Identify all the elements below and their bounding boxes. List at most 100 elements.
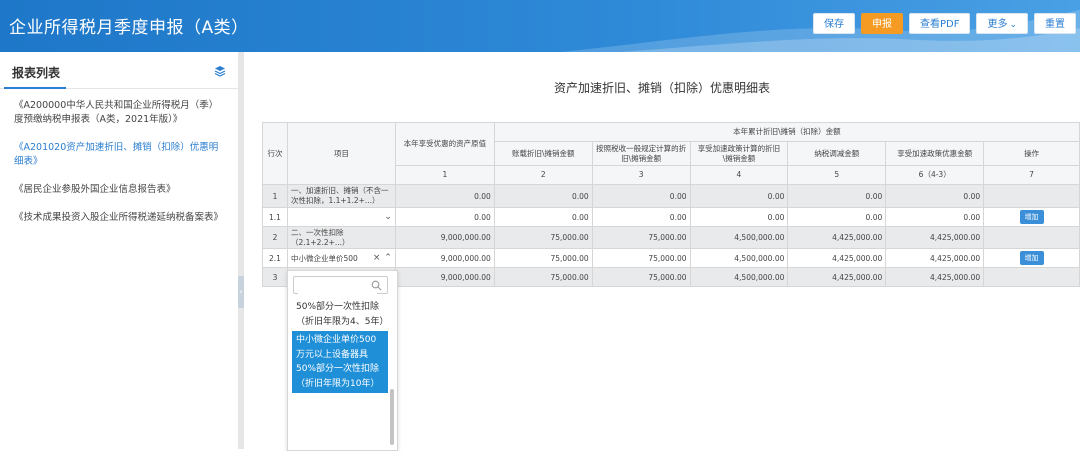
value-cell: 4,425,000.00 <box>885 248 985 268</box>
dropdown-option[interactable]: 50%部分一次性扣除（折旧年限为4、5年） <box>292 298 388 331</box>
dropdown-scrollbar[interactable] <box>390 389 394 445</box>
header-general: 按照税收一般规定计算的折旧\摊销金额 <box>591 141 691 166</box>
col-number: 7 <box>983 165 1080 185</box>
reset-button[interactable]: 重置 <box>1034 13 1076 34</box>
table-row: 1 一、加速折旧、摊销（不含一次性扣除，1.1+1.2+...） 0.00 0.… <box>262 184 1080 208</box>
value-cell: 4,425,000.00 <box>787 226 887 249</box>
value-cell: 4,425,000.00 <box>885 267 985 287</box>
header-original-value: 本年享受优惠的资产原值 <box>394 122 495 166</box>
action-cell: 增加 <box>983 207 1080 227</box>
value-cell: 9,000,000.00 <box>394 267 495 287</box>
item-dropdown: 50%部分一次性扣除（折旧年限为4、5年） 中小微企业单价500万元以上设备器具… <box>287 270 398 451</box>
header-op: 操作 <box>983 141 1080 166</box>
action-cell <box>983 267 1080 287</box>
value-input[interactable]: 75,000.00 <box>591 248 691 268</box>
dropdown-option-selected[interactable]: 中小微企业单价500万元以上设备器具50%部分一次性扣除（折旧年限为10年） <box>292 331 388 393</box>
save-button[interactable]: 保存 <box>812 13 855 34</box>
action-cell <box>983 184 1080 208</box>
value-cell: 0.00 <box>885 184 985 208</box>
dropdown-search-input[interactable] <box>298 281 377 298</box>
row-item-text: 二、一次性扣除（2.1+2.2+...） <box>290 227 350 247</box>
value-cell: 0.00 <box>591 184 691 208</box>
sidebar-title-underline <box>4 87 66 89</box>
chevron-up-icon[interactable]: ⌃ <box>384 253 392 263</box>
value-input[interactable]: 0.00 <box>689 207 789 227</box>
sidebar-header: 报表列表 <box>0 52 238 89</box>
value-cell: 4,425,000.00 <box>885 226 985 249</box>
col-number: 6（4-3） <box>885 165 985 185</box>
close-icon[interactable]: × <box>373 253 381 263</box>
more-label: 更多 <box>987 19 1008 30</box>
value-input[interactable]: 0.00 <box>591 207 691 227</box>
stack-icon[interactable] <box>214 65 226 77</box>
col-number: 1 <box>394 165 495 185</box>
row-no: 3 <box>262 267 288 287</box>
row-no: 1 <box>262 184 288 208</box>
detail-table: 行次 项目 本年享受优惠的资产原值 本年累计折旧\摊销（扣除）金额 账载折旧\摊… <box>262 122 1080 287</box>
value-cell: 0.00 <box>885 207 985 227</box>
value-input[interactable]: 4,425,000.00 <box>787 248 887 268</box>
table-row: 1.1 ⌄ 0.00 0.00 0.00 0.00 0.00 0.00 增加 <box>262 207 1080 227</box>
row-no: 2.1 <box>262 248 288 268</box>
row-item: 一、加速折旧、摊销（不含一次性扣除，1.1+1.2+...） <box>286 184 396 208</box>
app-title: 企业所得税月季度申报（A类） <box>9 18 249 38</box>
header-tax-adjust: 纳税调减金额 <box>787 141 887 166</box>
col-number: 4 <box>689 165 789 185</box>
col-number: 2 <box>493 165 593 185</box>
value-input[interactable]: 9,000,000.00 <box>394 248 495 268</box>
header-item: 项目 <box>286 122 396 185</box>
value-cell: 75,000.00 <box>493 226 593 249</box>
report-sidebar: 报表列表 《A200000中华人民共和国企业所得税月（季）度预缴纳税申报表（A类… <box>0 52 238 449</box>
value-input[interactable]: 0.00 <box>394 207 495 227</box>
sidebar-title: 报表列表 <box>12 66 61 80</box>
search-icon <box>371 280 382 291</box>
table-row: 2.1 中小微企业单价500 × ⌃ 9,000,000.00 75,000.00 … <box>262 248 1080 268</box>
more-button[interactable]: 更多 ⌄ <box>976 13 1028 34</box>
sidebar-item-a200000[interactable]: 《A200000中华人民共和国企业所得税月（季）度预缴纳税申报表（A类，2021… <box>14 99 226 127</box>
value-cell: 9,000,000.00 <box>394 226 495 249</box>
action-cell: 增加 <box>983 248 1080 268</box>
row-no: 2 <box>262 226 288 249</box>
value-input[interactable]: 75,000.00 <box>493 248 593 268</box>
sidebar-item-tech-investment[interactable]: 《技术成果投资入股企业所得税递延纳税备案表》 <box>14 211 226 225</box>
value-input[interactable]: 0.00 <box>493 207 593 227</box>
toolbar: 保存 申报 查看PDF 更多 ⌄ 重置 <box>812 13 1076 34</box>
value-input[interactable]: 0.00 <box>787 207 887 227</box>
action-cell <box>983 226 1080 249</box>
value-cell: 4,500,000.00 <box>689 267 789 287</box>
row-item: 二、一次性扣除（2.1+2.2+...） <box>286 226 396 249</box>
report-list: 《A200000中华人民共和国企业所得税月（季）度预缴纳税申报表（A类，2021… <box>0 89 238 225</box>
col-number: 5 <box>787 165 887 185</box>
dropdown-search <box>293 276 388 298</box>
value-cell: 0.00 <box>787 184 887 208</box>
row-item-text: 一、加速折旧、摊销（不含一次性扣除，1.1+1.2+...） <box>290 186 389 205</box>
row-no: 1.1 <box>262 207 288 227</box>
value-input[interactable]: 4,500,000.00 <box>689 248 789 268</box>
value-cell: 4,500,000.00 <box>689 226 789 249</box>
value-cell: 75,000.00 <box>493 267 593 287</box>
value-cell: 0.00 <box>394 184 495 208</box>
value-cell: 4,425,000.00 <box>787 267 887 287</box>
item-select[interactable]: 中小微企业单价500 × ⌃ <box>286 248 396 268</box>
chevron-down-icon[interactable]: ⌄ <box>384 212 392 222</box>
chevron-down-icon: ⌄ <box>1009 20 1017 30</box>
table-row: 2 二、一次性扣除（2.1+2.2+...） 9,000,000.00 75,0… <box>262 226 1080 249</box>
header-book: 账载折旧\摊销金额 <box>493 141 593 166</box>
value-cell: 75,000.00 <box>591 267 691 287</box>
sidebar-item-a201020[interactable]: 《A201020资产加速折旧、摊销（扣除）优惠明细表》 <box>14 141 226 169</box>
item-select-value: 中小微企业单价500 <box>290 253 358 263</box>
header-row-no: 行次 <box>262 122 288 185</box>
item-select[interactable]: ⌄ <box>286 207 396 227</box>
value-cell: 0.00 <box>493 184 593 208</box>
header-benefit: 享受加速政策优惠金额 <box>885 141 985 166</box>
view-pdf-button[interactable]: 查看PDF <box>908 13 971 34</box>
dropdown-options: 50%部分一次性扣除（折旧年限为4、5年） 中小微企业单价500万元以上设备器具… <box>292 298 388 393</box>
add-row-button[interactable]: 增加 <box>1019 251 1044 265</box>
header-group: 本年累计折旧\摊销（扣除）金额 <box>493 122 1080 142</box>
table-title: 资产加速折旧、摊销（扣除）优惠明细表 <box>553 81 770 95</box>
sidebar-item-foreign-participation[interactable]: 《居民企业参股外国企业信息报告表》 <box>14 183 226 197</box>
add-row-button[interactable]: 增加 <box>1019 210 1044 224</box>
col-number: 3 <box>591 165 691 185</box>
value-cell: 75,000.00 <box>591 226 691 249</box>
submit-button[interactable]: 申报 <box>860 13 903 34</box>
